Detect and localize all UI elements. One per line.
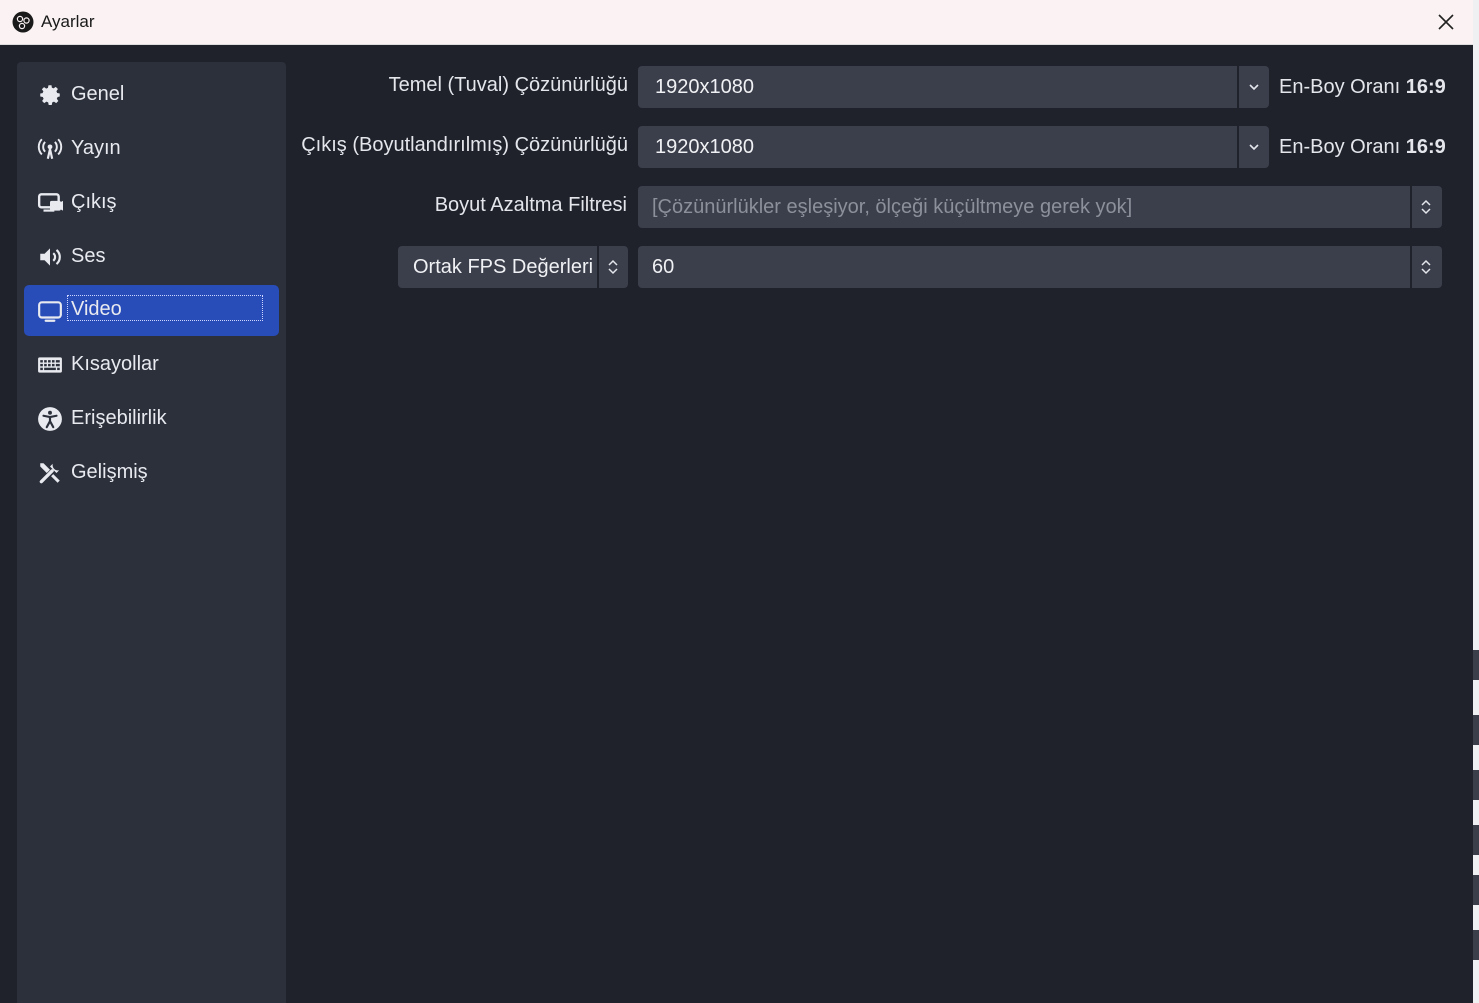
background-window-edge: [1473, 0, 1479, 1003]
output-resolution-value: 1920x1080: [655, 136, 754, 158]
settings-sidebar: Genel Yayın Çıkış Ses Video Kısayollar E…: [17, 62, 286, 1003]
base-resolution-label: Temel (Tuval) Çözünürlüğü: [388, 74, 628, 96]
chevron-down-icon[interactable]: [1244, 137, 1264, 157]
accessibility-icon: [38, 407, 62, 431]
fps-type-value: Ortak FPS Değerleri: [413, 256, 594, 278]
sidebar-item-ses[interactable]: Ses: [24, 231, 279, 282]
sidebar-item-label: Erişebilirlik: [71, 407, 167, 429]
sidebar-item-label: Video: [67, 295, 263, 321]
base-aspect-ratio: En-Boy Oranı 16:9: [1279, 76, 1446, 98]
up-down-arrows-icon[interactable]: [1416, 197, 1436, 217]
sidebar-item-genel[interactable]: Genel: [24, 69, 279, 120]
up-down-arrows-icon[interactable]: [603, 257, 623, 277]
base-resolution-value: 1920x1080: [655, 76, 754, 98]
sidebar-item-cikis[interactable]: Çıkış: [24, 177, 279, 228]
sidebar-item-label: Çıkış: [71, 191, 117, 213]
monitor-icon: [38, 301, 62, 322]
close-icon[interactable]: [1432, 8, 1460, 36]
downscale-filter-label: Boyut Azaltma Filtresi: [434, 194, 627, 216]
downscale-filter-combo[interactable]: [Çözünürlükler eşleşiyor, ölçeği küçültm…: [638, 186, 1442, 228]
fps-value: 60: [652, 256, 675, 278]
fps-type-combo[interactable]: Ortak FPS Değerleri: [398, 246, 628, 288]
fps-value-combo[interactable]: 60: [638, 246, 1442, 288]
sidebar-item-erisebilirlik[interactable]: Erişebilirlik: [24, 393, 279, 444]
sidebar-item-label: Genel: [71, 83, 125, 105]
output-resolution-label: Çıkış (Boyutlandırılmış) Çözünürlüğü: [301, 134, 628, 156]
keyboard-icon: [38, 357, 62, 373]
downscale-filter-value: [Çözünürlükler eşleşiyor, ölçeği küçültm…: [652, 196, 1133, 218]
title-bar: Ayarlar: [0, 0, 1473, 45]
chevron-down-icon[interactable]: [1244, 77, 1264, 97]
tools-icon: [39, 463, 60, 484]
output-resolution-combo[interactable]: 1920x1080: [638, 126, 1269, 168]
obs-logo-icon: [12, 11, 34, 33]
up-down-arrows-icon[interactable]: [1416, 257, 1436, 277]
sidebar-item-video[interactable]: Video: [24, 285, 279, 336]
sidebar-item-gelismis[interactable]: Gelişmiş: [24, 447, 279, 498]
gear-icon: [40, 85, 60, 105]
broadcast-icon: [37, 138, 63, 159]
sidebar-item-label: Kısayollar: [71, 353, 159, 375]
sidebar-item-label: Ses: [71, 245, 106, 267]
sidebar-item-label: Yayın: [71, 137, 121, 159]
window-title: Ayarlar: [41, 12, 95, 31]
base-resolution-combo[interactable]: 1920x1080: [638, 66, 1269, 108]
speaker-icon: [40, 248, 61, 266]
output-aspect-ratio: En-Boy Oranı 16:9: [1279, 136, 1446, 158]
output-icon: [37, 193, 63, 212]
sidebar-item-kisayollar[interactable]: Kısayollar: [24, 339, 279, 390]
sidebar-item-yayin[interactable]: Yayın: [24, 123, 279, 174]
sidebar-item-label: Gelişmiş: [71, 461, 148, 483]
